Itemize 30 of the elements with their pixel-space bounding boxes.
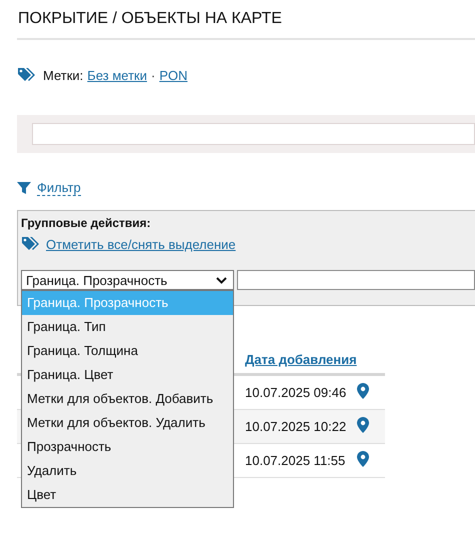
tag-link[interactable]: PON: [159, 68, 188, 82]
dropdown-option[interactable]: Цвет: [22, 483, 233, 507]
dropdown-option[interactable]: Граница. Тип: [22, 315, 233, 339]
dropdown-option[interactable]: Метки для объектов. Добавить: [22, 387, 233, 411]
filter-icon: [17, 181, 31, 195]
table-cell: 10.07.2025 10:22: [245, 419, 346, 434]
dropdown-option[interactable]: Метки для объектов. Удалить: [22, 411, 233, 435]
table-cell: 10.07.2025 11:55: [245, 453, 346, 468]
dropdown-option[interactable]: Граница. Цвет: [22, 363, 233, 387]
map-pin-icon[interactable]: [356, 451, 369, 467]
table-cell: 10.07.2025 09:46: [245, 385, 346, 400]
map-pin-icon[interactable]: [356, 383, 369, 399]
dropdown-option[interactable]: Удалить: [22, 459, 233, 483]
select-all-link[interactable]: Отметить все/снять выделение: [46, 236, 236, 252]
tags-icon: [21, 236, 41, 252]
dropdown-option[interactable]: Прозрачность: [22, 435, 233, 459]
tags-label: Метки:: [43, 68, 84, 82]
map-pin-icon[interactable]: [356, 417, 369, 433]
search-field[interactable]: [32, 123, 475, 145]
separator-dot: ·: [150, 68, 156, 82]
value-field[interactable]: [237, 270, 475, 290]
tag-link[interactable]: Без метки: [87, 68, 147, 82]
tags-icon: [17, 67, 37, 83]
page-title: ПОКРЫТИЕ / ОБЪЕКТЫ НА КАРТЕ: [18, 10, 283, 29]
action-select[interactable]: Граница. Прозрачность: [21, 270, 234, 290]
chevron-icon: [216, 276, 227, 284]
group-actions-title: Групповые действия:: [21, 216, 152, 230]
filter-link[interactable]: Фильтр: [37, 180, 81, 196]
column-header[interactable]: Дата добавления: [245, 352, 357, 367]
dropdown-option[interactable]: Граница. Толщина: [22, 339, 233, 363]
